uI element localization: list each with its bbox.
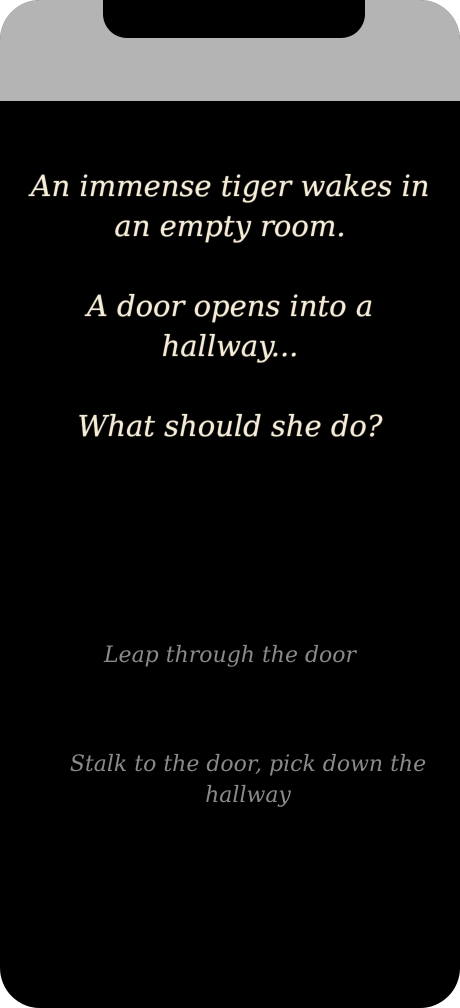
story-text: An immense tiger wakes in an empty room.… — [30, 166, 430, 486]
choice-stalk-button[interactable]: Stalk to the door, pick down the hallway — [68, 749, 428, 811]
story-question: What should she do? — [77, 409, 383, 443]
status-bar — [0, 0, 460, 101]
story-paragraph: A door opens into a hallway... — [86, 289, 374, 363]
camera-notch — [103, 0, 365, 38]
choice-leap-button[interactable]: Leap through the door — [40, 640, 420, 671]
phone-screen: An immense tiger wakes in an empty room.… — [0, 0, 460, 1008]
story-paragraph: An immense tiger wakes in an empty room. — [30, 169, 430, 243]
